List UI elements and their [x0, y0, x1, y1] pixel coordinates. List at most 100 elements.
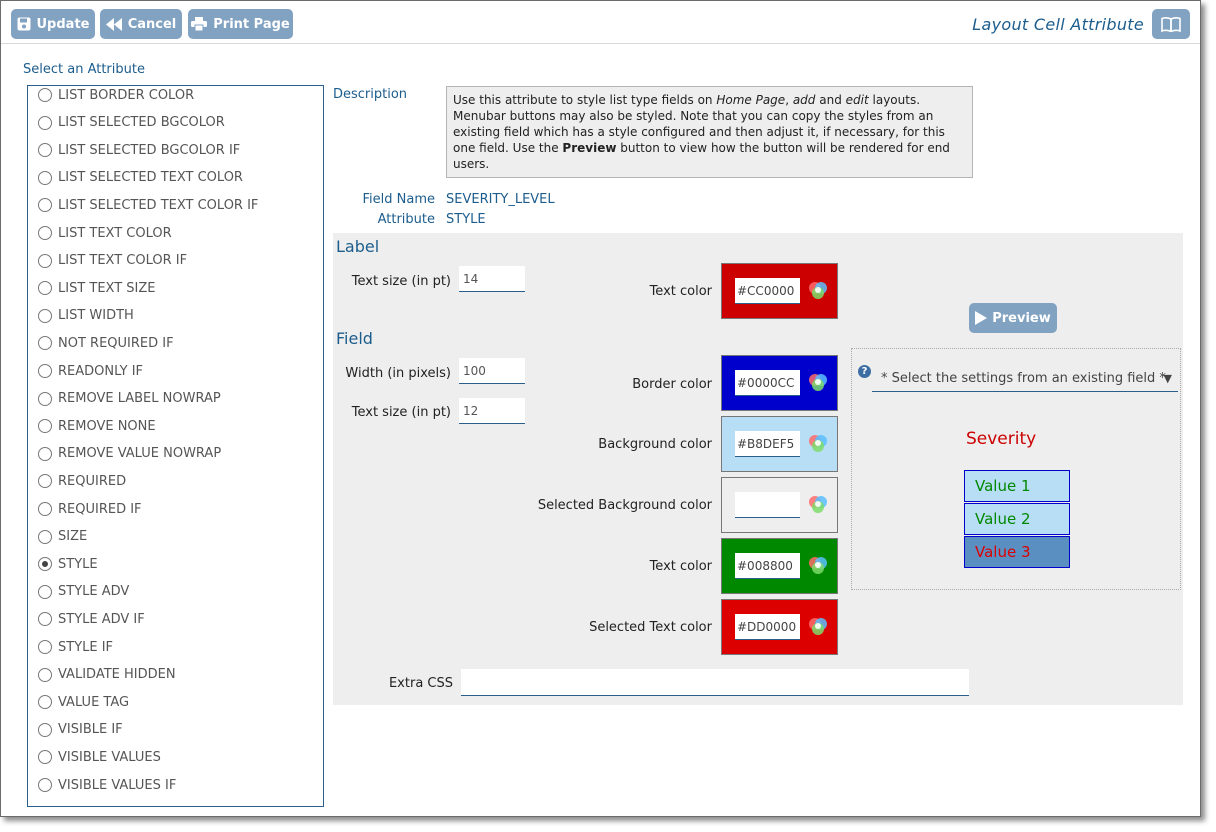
color-picker-icon[interactable] [807, 433, 829, 455]
attribute-radio[interactable] [38, 667, 52, 682]
attribute-radio[interactable] [38, 391, 52, 406]
color-picker-icon[interactable] [807, 616, 829, 638]
attribute-radio[interactable] [38, 226, 52, 240]
attribute-item[interactable]: NOT REQUIRED IF [38, 331, 174, 355]
existing-field-select[interactable]: * Select the settings from an existing f… [872, 366, 1178, 392]
attribute-radio[interactable] [38, 281, 52, 296]
attribute-item-label: REMOVE LABEL NOWRAP [58, 391, 221, 407]
attribute-item[interactable]: SIZE [38, 525, 87, 549]
field-name-label: Field Name [362, 192, 436, 207]
color-picker-icon[interactable] [807, 280, 829, 302]
attribute-item-label: LIST SELECTED TEXT COLOR IF [58, 197, 259, 213]
color-picker-icon[interactable] [807, 555, 829, 577]
attribute-item[interactable]: REMOVE NONE [38, 414, 156, 438]
label-text-color-label: Text color [649, 284, 712, 299]
attribute-item[interactable]: LIST SELECTED TEXT COLOR [38, 166, 243, 190]
attribute-radio[interactable] [38, 336, 52, 351]
preview-option-2[interactable]: Value 2 [964, 503, 1070, 535]
attribute-radio[interactable] [38, 143, 52, 158]
extra-css-input[interactable] [461, 669, 969, 696]
attribute-item-label: LIST TEXT SIZE [58, 280, 156, 296]
field-section-title: Field [336, 329, 373, 348]
attribute-item[interactable]: LIST WIDTH [38, 304, 134, 328]
attribute-radio[interactable] [38, 557, 52, 572]
attribute-radio[interactable] [38, 584, 52, 599]
print-page-button[interactable]: Print Page [188, 9, 293, 39]
attribute-item-label: READONLY IF [58, 363, 144, 379]
attribute-item[interactable]: REQUIRED [38, 469, 126, 493]
attribute-item[interactable]: STYLE ADV [38, 580, 129, 604]
attribute-radio[interactable] [38, 446, 52, 461]
attribute-item[interactable]: VISIBLE VALUES IF [38, 773, 176, 797]
attribute-item[interactable]: REQUIRED IF [38, 497, 142, 521]
color-picker-icon[interactable] [807, 372, 829, 394]
field-text-color-label: Text color [649, 559, 712, 574]
update-button[interactable]: Update [11, 9, 95, 39]
desc-text-3: , [785, 93, 793, 107]
attribute-radio[interactable] [38, 198, 52, 213]
cancel-button[interactable]: Cancel [100, 9, 182, 39]
toolbar: Update Cancel Print Page Layout Cell Att… [1, 1, 1200, 44]
attribute-radio[interactable] [38, 640, 52, 654]
attribute-item[interactable]: LIST TEXT COLOR [38, 221, 172, 245]
attribute-radio[interactable] [38, 364, 52, 378]
attribute-item-label: VALUE TAG [58, 694, 130, 710]
attribute-radio[interactable] [38, 115, 52, 130]
attribute-item[interactable]: LIST TEXT COLOR IF [38, 249, 187, 273]
attribute-radio[interactable] [38, 722, 52, 737]
attribute-item[interactable]: REMOVE LABEL NOWRAP [38, 387, 221, 411]
attribute-list[interactable]: LIST BORDER COLOR LIST SELECTED BGCOLOR LI… [27, 85, 324, 807]
attribute-radio[interactable] [38, 308, 52, 323]
book-icon [1161, 16, 1181, 32]
attribute-radio[interactable] [38, 502, 52, 516]
print-page-label: Print Page [213, 16, 290, 32]
preview-option-3[interactable]: Value 3 [964, 536, 1070, 568]
border-color-label: Border color [632, 377, 712, 392]
attribute-item-label: REQUIRED [58, 473, 127, 489]
attribute-radio[interactable] [38, 474, 52, 489]
attribute-item[interactable]: VISIBLE IF [38, 718, 123, 742]
attribute-radio[interactable] [38, 612, 52, 627]
attribute-item[interactable]: LIST SELECTED BGCOLOR IF [38, 138, 240, 162]
field-text-color-input[interactable]: #008800 [735, 553, 800, 579]
attribute-item[interactable]: VISIBLE VALUES [38, 745, 161, 769]
attribute-item[interactable]: VALIDATE HIDDEN [38, 663, 176, 687]
attribute-item-label: LIST TEXT COLOR [58, 225, 172, 241]
attribute-item[interactable]: LIST SELECTED TEXT COLOR IF [38, 193, 258, 217]
attribute-item[interactable]: STYLE IF [38, 635, 113, 659]
background-color-label: Background color [598, 437, 712, 452]
selected-text-color-input[interactable]: #DD0000 [735, 614, 800, 640]
attribute-item[interactable]: LIST BORDER COLOR [38, 86, 195, 107]
selected-background-color-input[interactable] [735, 492, 800, 518]
preview-button[interactable]: Preview [969, 303, 1057, 333]
attribute-radio[interactable] [38, 750, 52, 765]
attribute-radio[interactable] [38, 695, 52, 710]
help-book-button[interactable] [1152, 9, 1190, 39]
attribute-radio[interactable] [38, 529, 52, 544]
attribute-radio[interactable] [38, 88, 52, 102]
field-text-size-input[interactable]: 12 [459, 398, 525, 424]
attribute-item[interactable]: STYLE [38, 552, 98, 576]
attribute-item[interactable]: REMOVE VALUE NOWRAP [38, 442, 221, 466]
selected-text-color-label: Selected Text color [589, 620, 712, 635]
attribute-item-label: LIST BORDER COLOR [58, 87, 195, 103]
border-color-input[interactable]: #0000CC [735, 370, 800, 396]
attribute-item[interactable]: VALUE TAG [38, 690, 129, 714]
label-text-size-input[interactable]: 14 [459, 266, 525, 292]
attribute-item[interactable]: LIST SELECTED BGCOLOR [38, 111, 225, 135]
attribute-radio[interactable] [38, 419, 52, 434]
color-picker-icon[interactable] [807, 494, 829, 516]
attribute-item[interactable]: LIST TEXT SIZE [38, 276, 156, 300]
attribute-radio[interactable] [38, 778, 52, 792]
preview-option-1[interactable]: Value 1 [964, 470, 1070, 502]
help-icon[interactable]: ? [858, 365, 871, 378]
attribute-radio[interactable] [38, 170, 52, 185]
background-color-input[interactable]: #B8DEF5 [735, 431, 800, 457]
label-section-title: Label [336, 237, 380, 256]
attribute-item[interactable]: READONLY IF [38, 359, 143, 383]
attribute-item[interactable]: STYLE ADV IF [38, 607, 145, 631]
attribute-radio[interactable] [38, 253, 52, 268]
label-text-color-input[interactable]: #CC0000 [735, 278, 800, 304]
description-label: Description [333, 87, 408, 102]
selected-background-color-swatch [721, 477, 838, 533]
